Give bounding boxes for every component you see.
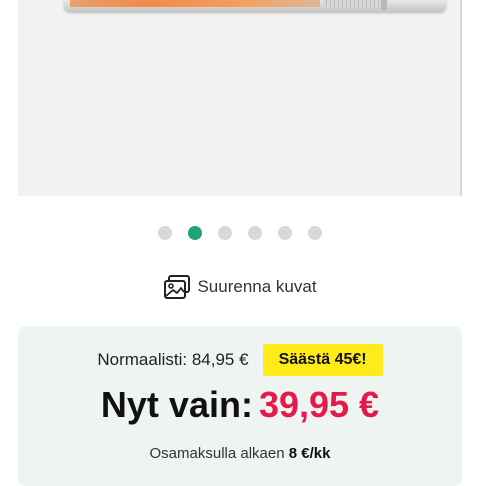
carousel-pagination — [0, 226, 480, 240]
enlarge-images-label: Suurenna kuvat — [197, 277, 317, 296]
current-price-row: Nyt vain: 39,95 € — [18, 384, 462, 426]
installment-amount: 8 €/kk — [288, 445, 331, 462]
product-image-gallery[interactable] — [18, 0, 460, 196]
installment-prefix: Osamaksulla alkaen — [149, 445, 285, 462]
carousel-dot-4[interactable] — [248, 226, 262, 240]
carousel-dot-6[interactable] — [308, 226, 322, 240]
price-box: Normaalisti: 84,95 € Säästä 45€! Nyt vai… — [18, 326, 462, 486]
savings-badge: Säästä 45€! — [262, 344, 383, 376]
current-price: 39,95 € — [258, 384, 380, 425]
image-gallery-icon — [163, 274, 191, 300]
carousel-dot-1[interactable] — [158, 226, 172, 240]
carousel-dot-2-active[interactable] — [188, 226, 202, 240]
heater-cap — [381, 0, 387, 10]
heater-grill — [323, 0, 381, 7]
heater-element — [70, 0, 320, 7]
normal-price-row: Normaalisti: 84,95 € Säästä 45€! — [18, 344, 462, 376]
installment-info: Osamaksulla alkaen 8 €/kk — [18, 445, 462, 462]
now-label: Nyt vain: — [100, 384, 253, 425]
carousel-dot-3[interactable] — [218, 226, 232, 240]
enlarge-images-button[interactable]: Suurenna kuvat — [0, 274, 480, 300]
normal-price: Normaalisti: 84,95 € — [97, 350, 249, 369]
next-slide-edge — [460, 0, 462, 196]
carousel-dot-5[interactable] — [278, 226, 292, 240]
